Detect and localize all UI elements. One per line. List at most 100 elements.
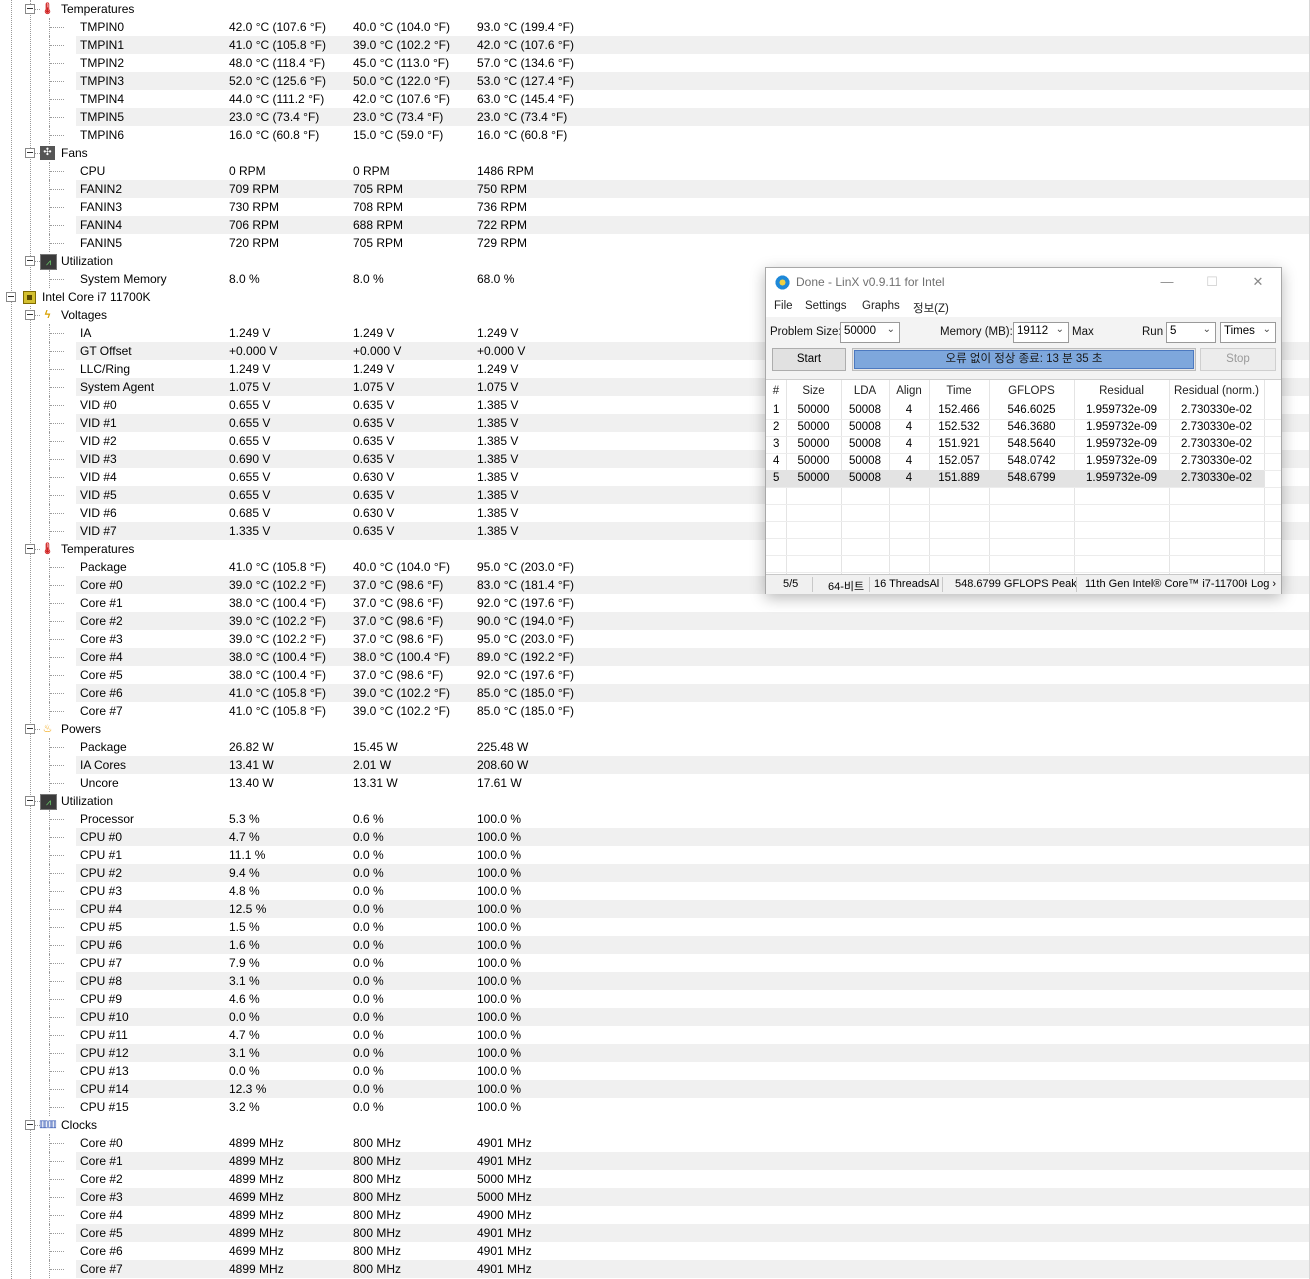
sensor-min: 37.0 °C (98.6 °F) — [353, 578, 444, 592]
collapse-toggle[interactable] — [6, 292, 16, 302]
status-peak: 548.6799 GFLOPS Peak — [955, 578, 1077, 590]
table-cell: 546.3680 — [1007, 421, 1056, 433]
sensor-max: 208.60 W — [477, 758, 529, 772]
column-header[interactable]: Residual — [1074, 380, 1169, 402]
sensor-group: ♨ Powers — [0, 720, 1310, 738]
collapse-toggle[interactable] — [25, 796, 35, 806]
table-cell: 50000 — [797, 404, 830, 416]
progress-bar: 오류 없이 정상 종료: 13 분 35 초 — [852, 348, 1196, 371]
table-row[interactable]: 1 50000 50008 4 152.466 546.6025 1.959732e-09 2… — [766, 402, 1264, 419]
column-header[interactable]: # — [766, 380, 786, 402]
sensor-name: VID #1 — [80, 416, 117, 430]
table-cell: 1.959732e-09 — [1086, 472, 1157, 484]
column-header[interactable]: Align — [889, 380, 929, 402]
sensor-min: 800 MHz — [353, 1190, 402, 1204]
title-bar[interactable]: Done - LinX v0.9.11 for Intel — ☐ ✕ — [766, 268, 1281, 297]
collapse-toggle[interactable] — [25, 256, 35, 266]
collapse-toggle[interactable] — [25, 310, 35, 320]
sensor-max: 5000 MHz — [477, 1172, 532, 1186]
sensor-max: 4901 MHz — [477, 1136, 532, 1150]
tree-connector — [50, 441, 64, 442]
group-label[interactable]: Utilization — [61, 252, 113, 270]
sensor-value: 42.0 °C (107.6 °F) — [229, 20, 326, 34]
column-header[interactable]: LDA — [841, 380, 889, 402]
sensor-value: 4699 MHz — [229, 1190, 284, 1204]
sensor-row: Core #2 4899 MHz 800 MHz 5000 MHz — [0, 1170, 1310, 1188]
sensor-max: 95.0 °C (203.0 °F) — [477, 632, 574, 646]
status-cpu: 11th Gen Intel® Core™ i7-11700K — [1085, 578, 1247, 590]
collapse-toggle[interactable] — [25, 4, 35, 14]
tree-connector — [50, 81, 64, 82]
times-select[interactable]: Times ⌄ — [1220, 322, 1276, 343]
group-label[interactable]: Temperatures — [61, 540, 134, 558]
table-row[interactable]: 3 50000 50008 4 151.921 548.5640 1.959732e-09 2… — [766, 436, 1264, 453]
start-button[interactable]: Start — [772, 348, 846, 371]
sensor-name: CPU — [80, 164, 106, 178]
sensor-min: 50.0 °C (122.0 °F) — [353, 74, 450, 88]
menu-file[interactable]: File — [774, 300, 793, 312]
menu-info[interactable]: 정보(Z) — [913, 300, 949, 316]
sensor-row: TMPIN2 48.0 °C (118.4 °F) 45.0 °C (113.0 °… — [0, 54, 1310, 72]
sensor-max: 85.0 °C (185.0 °F) — [477, 686, 574, 700]
column-header[interactable]: Residual (norm.) — [1169, 380, 1264, 402]
group-label[interactable]: Powers — [61, 720, 101, 738]
sensor-min: 0.0 % — [353, 866, 384, 880]
sensor-name: TMPIN3 — [80, 74, 125, 88]
collapse-toggle[interactable] — [25, 1120, 35, 1130]
column-header[interactable]: Time — [929, 380, 989, 402]
sensor-min: 0.0 % — [353, 992, 384, 1006]
tree-connector — [50, 495, 64, 496]
sensor-value: 39.0 °C (102.2 °F) — [229, 614, 326, 628]
status-separator — [942, 577, 943, 592]
sensor-row: FANIN5 720 RPM 705 RPM 729 RPM — [0, 234, 1310, 252]
collapse-toggle[interactable] — [25, 544, 35, 554]
sensor-row: Core #1 38.0 °C (100.4 °F) 37.0 °C (98.6 °… — [0, 594, 1310, 612]
column-header[interactable]: Size — [786, 380, 841, 402]
sensor-min: 800 MHz — [353, 1136, 402, 1150]
sensor-value: 0 RPM — [229, 164, 266, 178]
run-count-select[interactable]: 5 ⌄ — [1166, 322, 1216, 343]
table-row[interactable]: 5 50000 50008 4 151.889 548.6799 1.959732e-09 2… — [766, 470, 1264, 487]
sensor-value: 41.0 °C (105.8 °F) — [229, 38, 326, 52]
log-button[interactable]: Log › — [1251, 578, 1276, 590]
table-row[interactable]: 4 50000 50008 4 152.057 548.0742 1.959732e-09 2… — [766, 453, 1264, 470]
group-label[interactable]: Temperatures — [61, 0, 134, 18]
menu-graphs[interactable]: Graphs — [862, 300, 900, 312]
sensor-min: 0.635 V — [353, 434, 395, 448]
sensor-min: 45.0 °C (113.0 °F) — [353, 56, 450, 70]
row-divider — [766, 555, 1281, 556]
table-row[interactable]: 2 50000 50008 4 152.532 546.3680 1.959732e-09 2… — [766, 419, 1264, 436]
menu-settings[interactable]: Settings — [805, 300, 847, 312]
max-button[interactable]: Max — [1072, 326, 1094, 338]
sensor-value: 1.249 V — [229, 326, 271, 340]
group-label[interactable]: Clocks — [61, 1116, 97, 1134]
sensor-row: Core #6 4699 MHz 800 MHz 4901 MHz — [0, 1242, 1310, 1260]
sensor-min: 37.0 °C (98.6 °F) — [353, 632, 444, 646]
stop-button[interactable]: Stop — [1200, 348, 1276, 371]
status-separator — [1076, 577, 1077, 592]
group-label[interactable]: Utilization — [61, 792, 113, 810]
sensor-min: 0.0 % — [353, 1100, 384, 1114]
sensor-value: 9.4 % — [229, 866, 260, 880]
sensor-min: +0.000 V — [353, 344, 402, 358]
close-icon[interactable]: ✕ — [1243, 272, 1273, 292]
sensor-value: 41.0 °C (105.8 °F) — [229, 560, 326, 574]
hardware-label[interactable]: Intel Core i7 11700K — [42, 288, 151, 306]
tree-connector — [50, 1233, 64, 1234]
group-label[interactable]: Fans — [61, 144, 88, 162]
collapse-toggle[interactable] — [25, 148, 35, 158]
sensor-min: 0.635 V — [353, 416, 395, 430]
maximize-icon[interactable]: ☐ — [1197, 272, 1227, 292]
table-cell: 548.0742 — [1007, 455, 1056, 467]
problem-size-select[interactable]: 50000 ⌄ — [840, 322, 900, 343]
status-bar: 5/5 64-비트 16 ThreadsAl 548.6799 GFLOPS P… — [766, 574, 1281, 594]
collapse-toggle[interactable] — [25, 724, 35, 734]
sensor-min: 0.630 V — [353, 470, 395, 484]
memory-select[interactable]: 19112 ⌄ — [1013, 322, 1069, 343]
sensor-value: 4899 MHz — [229, 1226, 284, 1240]
column-header[interactable]: GFLOPS — [989, 380, 1074, 402]
tree-connector — [50, 477, 64, 478]
minimize-icon[interactable]: — — [1152, 272, 1182, 292]
chevron-down-icon: ⌄ — [1055, 324, 1064, 335]
group-label[interactable]: Voltages — [61, 306, 107, 324]
